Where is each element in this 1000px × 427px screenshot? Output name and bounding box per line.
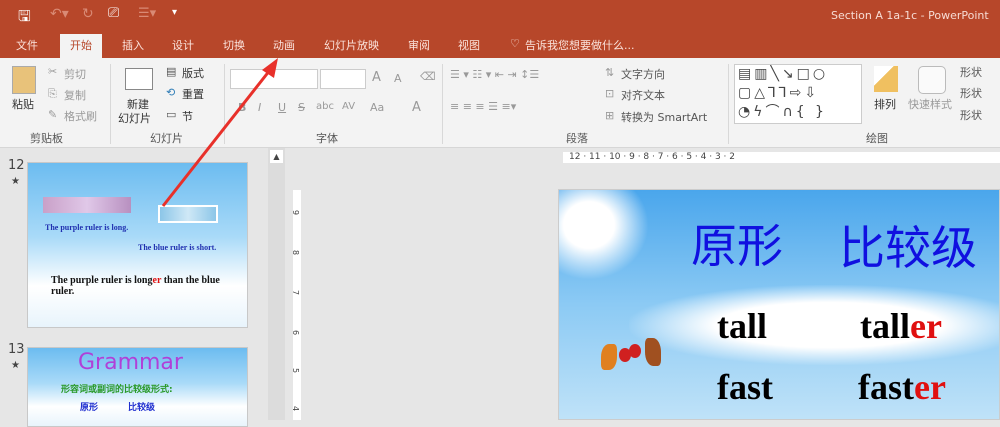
annotation-arrow: [161, 58, 278, 207]
